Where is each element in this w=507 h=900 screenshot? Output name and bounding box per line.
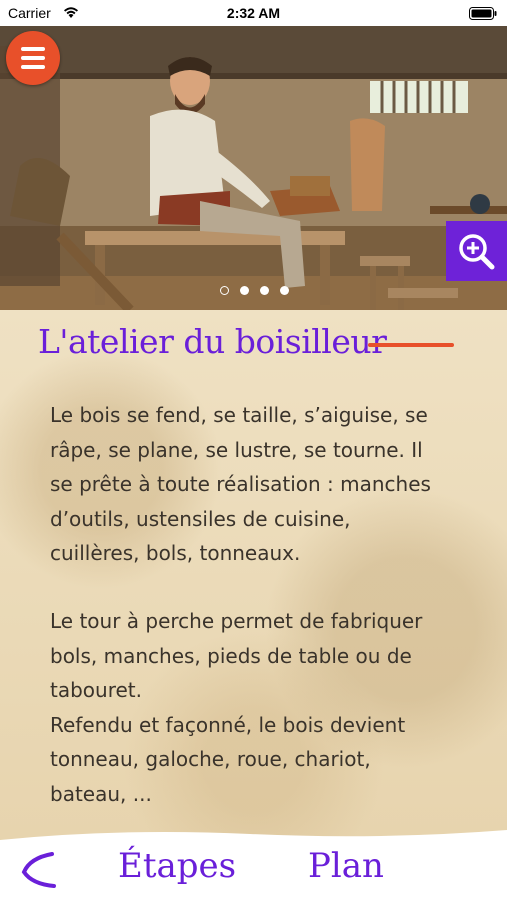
status-bar: Carrier 2:32 AM: [0, 0, 507, 26]
workshop-photo: [0, 26, 507, 310]
paragraph-line: se prête à toute réalisation : manches: [50, 472, 431, 496]
paragraph-2: Le tour à perche permet de fabriquer bol…: [50, 604, 460, 811]
bottom-navigation: Étapes Plan: [0, 830, 507, 900]
back-arrow-icon: [21, 852, 56, 888]
zoom-button[interactable]: [446, 221, 507, 281]
carousel-dot-2[interactable]: [240, 286, 249, 295]
battery-icon: [469, 7, 497, 20]
page-title: L'atelier du boisilleur: [38, 322, 387, 361]
paragraph-1: Le bois se fend, se taille, s’aiguise, s…: [50, 398, 460, 571]
paragraph-line: Le bois se fend, se taille, s’aiguise, s…: [50, 403, 428, 427]
article-content: L'atelier du boisilleur Le bois se fend,…: [0, 310, 507, 840]
back-button[interactable]: [18, 850, 62, 890]
paragraph-line: Refendu et façonné, le bois devient: [50, 712, 406, 737]
title-underline: [368, 343, 454, 347]
paragraph-line: d’outils, ustensiles de cuisine,: [50, 506, 351, 531]
carousel-dot-3[interactable]: [260, 286, 269, 295]
paragraph-line: râpe, se plane, se lustre, se tourne. Il: [50, 437, 423, 462]
paragraph-line: tabouret.: [50, 678, 142, 702]
paragraph-line: bateau, ...: [50, 781, 152, 806]
header-photo: [0, 26, 507, 310]
plan-link[interactable]: Plan: [308, 846, 384, 886]
carousel-dot-4[interactable]: [280, 286, 289, 295]
carousel-dot-1[interactable]: [220, 286, 229, 295]
paragraph-line: cuillères, bols, tonneaux.: [50, 541, 301, 565]
clock: 2:32 AM: [226, 5, 281, 21]
etapes-link[interactable]: Étapes: [118, 846, 236, 886]
paragraph-line: tonneau, galoche, roue, chariot,: [50, 747, 371, 771]
zoom-in-icon: [459, 234, 495, 270]
carousel-indicator[interactable]: [220, 286, 292, 296]
nav-wave-edge: [0, 830, 507, 844]
menu-button[interactable]: [6, 31, 60, 85]
paragraph-line: bols, manches, pieds de table ou de: [50, 643, 412, 668]
paragraph-line: Le tour à perche permet de fabriquer: [50, 609, 423, 633]
